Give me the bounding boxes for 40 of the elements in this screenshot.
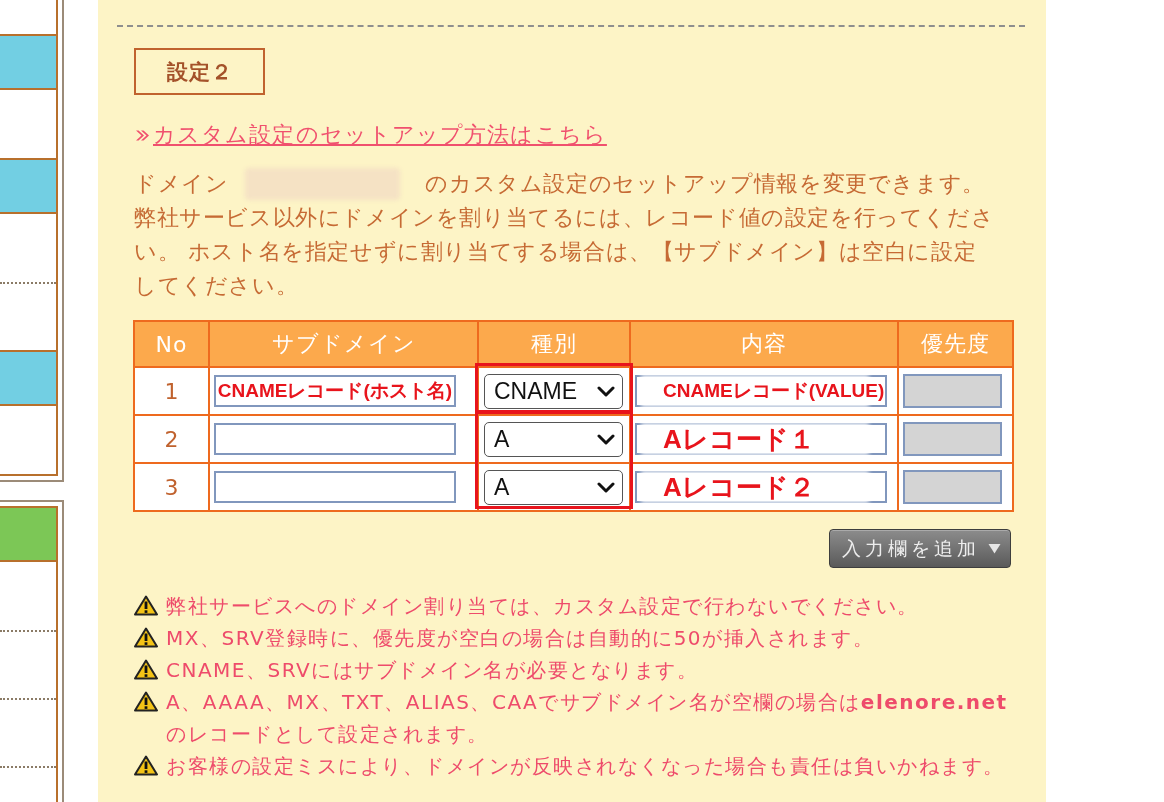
caret-down-icon [988, 543, 1001, 554]
intro-text: ドメイン [134, 170, 229, 198]
column-header: サブドメイン [209, 321, 478, 367]
row-number: 3 [134, 463, 209, 511]
record-type-select[interactable]: A [484, 421, 623, 457]
content-input[interactable]: Aレコード２ [635, 471, 887, 503]
column-header: 優先度 [898, 321, 1013, 367]
double-chevron-icon [135, 128, 150, 142]
row-number: 2 [134, 415, 209, 463]
annotation-text: CNAMEレコード(VALUE) [663, 380, 885, 402]
column-header: 内容 [630, 321, 898, 367]
content-input[interactable]: Aレコード１ [635, 423, 887, 455]
row-number: 1 [134, 367, 209, 415]
section-title: 設定２ [134, 48, 265, 95]
content-input[interactable]: CNAMEレコード(VALUE) [635, 375, 887, 407]
notice-text: CNAME、SRVにはサブドメイン名が必要となります。 [166, 657, 700, 684]
warning-icon [134, 755, 158, 776]
help-link[interactable]: カスタム設定のセットアップ方法はこちら [153, 120, 607, 150]
subdomain-input[interactable] [214, 423, 456, 455]
chevron-down-icon [597, 481, 615, 493]
notice-text: お客様の設定ミスにより、ドメインが反映されなくなった場合も責任は負いかねます。 [166, 753, 1006, 780]
annotation-text: Aレコード２ [663, 472, 815, 502]
warning-icon [134, 595, 158, 616]
annotation-text: Aレコード１ [663, 424, 815, 454]
warning-icon [134, 627, 158, 648]
record-type-select[interactable]: A [484, 469, 623, 505]
subdomain-input[interactable] [214, 471, 456, 503]
warning-icon [134, 691, 158, 712]
notice-text: 弊社サービスへのドメイン割り当ては、カスタム設定で行わないでください。 [166, 593, 920, 620]
column-header: 種別 [478, 321, 630, 367]
intro-text: のカスタム設定のセットアップ情報を変更できます。 [425, 170, 985, 198]
notice-text: MX、SRV登録時に、優先度が空白の場合は自動的に50が挿入されます。 [166, 625, 876, 652]
chevron-down-icon [597, 433, 615, 445]
record-type-select[interactable]: CNAME [484, 373, 623, 409]
chevron-down-icon [597, 385, 615, 397]
instructions-text: 弊社サービス以外にドメインを割り当てるには、レコード値の設定を行ってください。 ホスト名を指定せずに割り当てする場合は、【サブドメイン】は空白に設定してください。 [133, 204, 996, 300]
add-field-button[interactable]: 入力欄を追加 [829, 529, 1011, 568]
warning-icon [134, 659, 158, 680]
notice-text: A、AAAA、MX、TXT、ALIAS、CAAでサブドメイン名が空欄の場合はelenore.netのレコードとして設定されます。 [166, 689, 1009, 748]
column-header: No [134, 321, 209, 367]
